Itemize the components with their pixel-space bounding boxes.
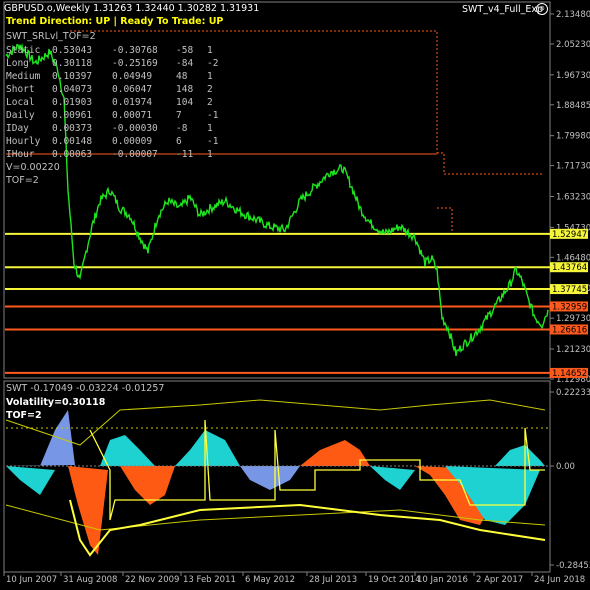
- time-axis: 10 Jun 2007 31 Aug 2008 22 Nov 2009 13 Feb …: [3, 572, 585, 585]
- stats-cell-v4: -1: [207, 136, 219, 147]
- time-tick-label: 13 Feb 2011: [183, 575, 236, 585]
- time-tick-label: 28 Jul 2013: [309, 575, 357, 585]
- stats-cell-v4: 1: [207, 45, 213, 56]
- price-tick-label: 1.79980: [556, 132, 590, 142]
- v-line: V=0.00220: [6, 162, 60, 173]
- stats-cell-v2: -0.25169: [112, 58, 158, 69]
- stats-cell-label: Local: [6, 97, 35, 108]
- stats-title: SWT_SRLvl_TOF=2: [6, 31, 96, 42]
- stats-cell-v3: 48: [176, 71, 188, 82]
- time-tick-label: 24 Jun 2018: [534, 575, 585, 585]
- osc-tick-label: 0.22233: [556, 388, 590, 398]
- sub-tof-label: TOF=2: [6, 410, 42, 421]
- stats-row: Daily 0.00961 0.00071 7 -1: [6, 109, 227, 122]
- trend-label: Trend Direction: UP | Ready To Trade: UP: [6, 16, 224, 27]
- stats-cell-v4: 1: [207, 71, 213, 82]
- oscillator: [5, 399, 548, 557]
- sr-level-label: 1.37745: [552, 285, 587, 295]
- stats-cell-label: Daily: [6, 110, 35, 121]
- stats-cell-v2: 0.01974: [112, 97, 153, 108]
- stats-cell-v2: -0.00030: [112, 123, 158, 134]
- stats-row: Hourly 0.00148 0.00009 6 -1: [6, 135, 227, 148]
- time-tick-label: 2 Apr 2017: [476, 575, 523, 585]
- stats-cell-v3: 104: [176, 97, 194, 108]
- stats-cell-label: IHour: [6, 149, 35, 160]
- stats-cell-v4: 1: [207, 123, 213, 134]
- stats-cell-v2: -0.00007: [112, 149, 158, 160]
- stats-row: Long 0.30118 -0.25169 -84 -2: [6, 57, 227, 70]
- osc-tick-label: 0.00: [556, 462, 575, 472]
- price-tick-label: 1.63230: [556, 193, 590, 203]
- stats-cell-v1: 0.01903: [52, 97, 93, 108]
- time-tick-label: 19 Oct 2014: [368, 575, 421, 585]
- stats-row: Short 0.04073 0.06047 148 2: [6, 83, 227, 96]
- price-tick-label: 1.71730: [556, 162, 590, 172]
- price-tick-label: 1.21230: [556, 345, 590, 355]
- stats-cell-v1: 0.00148: [52, 136, 93, 147]
- stats-cell-v4: -2: [207, 58, 219, 69]
- price-tick-label: 2.05230: [556, 40, 590, 50]
- stats-cell-v2: 0.00071: [112, 110, 153, 121]
- stats-cell-label: Hourly: [6, 136, 41, 147]
- price-tick-label: 2.13480: [556, 10, 590, 20]
- sr-level-label: 1.52947: [552, 230, 587, 240]
- price-tick-label: 1.29730: [556, 314, 590, 324]
- stats-cell-label: Medium: [6, 71, 41, 82]
- smiley-icon[interactable]: ☺: [536, 3, 548, 15]
- stats-cell-v2: 0.04949: [112, 71, 153, 82]
- symbol-info: GBPUSD.o,Weekly 1.31263 1.32440 1.30282 …: [4, 3, 260, 14]
- indicator-name: SWT_v4_Full_Exp: [462, 4, 544, 15]
- stats-row: Static 0.53043 -0.30768 -58 1: [6, 44, 227, 57]
- stats-cell-v3: 7: [176, 110, 182, 121]
- stats-cell-v3: -11: [176, 149, 194, 160]
- stats-cell-v3: -8: [176, 123, 188, 134]
- sr-level-label: 1.43764: [552, 263, 587, 273]
- stats-table: Static 0.53043 -0.30768 -58 1 Long 0.30118 -0.2…: [6, 44, 227, 161]
- stats-cell-label: Short: [6, 84, 35, 95]
- stats-cell-label: Long: [6, 58, 29, 69]
- stats-cell-v3: -84: [176, 58, 194, 69]
- stats-cell-v1: 0.00373: [52, 123, 93, 134]
- stats-cell-v4: 2: [207, 84, 213, 95]
- sr-level-label: 1.14652: [552, 369, 587, 379]
- stats-cell-v1: 0.00063: [52, 149, 93, 160]
- oscillator-axis: 0.22233 0.00 -0.28453: [550, 388, 590, 571]
- price-tick-label: 1.96730: [556, 71, 590, 81]
- stats-row: IHour 0.00063 -0.00007 -11 1: [6, 148, 227, 161]
- sr-levels: [5, 232, 550, 374]
- stats-cell-label: Static: [6, 45, 41, 56]
- sr-level-label: 1.26616: [552, 325, 587, 335]
- sub-window-title: SWT -0.17049 -0.03224 -0.01257: [6, 383, 165, 394]
- stats-row: IDay 0.00373 -0.00030 -8 1: [6, 122, 227, 135]
- level-labels: 1.52947 1.43764 1.37745 1.32959 1.26616 1.146…: [550, 228, 588, 379]
- stats-cell-v1: 0.30118: [52, 58, 93, 69]
- osc-tick-label: -0.28453: [556, 561, 590, 571]
- time-tick-label: 31 Aug 2008: [63, 575, 117, 585]
- stats-cell-v3: 6: [176, 136, 182, 147]
- stats-cell-v1: 0.53043: [52, 45, 93, 56]
- tof-line: TOF=2: [6, 175, 39, 186]
- time-tick-label: 6 May 2012: [245, 575, 295, 585]
- price-tick-label: 1.88485: [556, 101, 590, 111]
- stats-cell-v4: -1: [207, 110, 219, 121]
- stats-cell-v1: 0.04073: [52, 84, 93, 95]
- stats-cell-v2: -0.30768: [112, 45, 158, 56]
- price-tick-label: 1.46480: [556, 253, 590, 263]
- stats-cell-v4: 1: [207, 149, 213, 160]
- time-tick-label: 10 Jan 2016: [417, 575, 468, 585]
- stats-cell-v4: 2: [207, 97, 213, 108]
- stats-cell-v3: 148: [176, 84, 194, 95]
- time-tick-label: 22 Nov 2009: [125, 575, 179, 585]
- stats-cell-v1: 0.10397: [52, 71, 93, 82]
- stats-cell-v2: 0.00009: [112, 136, 153, 147]
- stats-cell-label: IDay: [6, 123, 29, 134]
- stats-row: Local 0.01903 0.01974 104 2: [6, 96, 227, 109]
- stats-cell-v1: 0.00961: [52, 110, 93, 121]
- stats-row: Medium 0.10397 0.04949 48 1: [6, 70, 227, 83]
- time-tick-label: 10 Jun 2007: [6, 575, 57, 585]
- stats-cell-v2: 0.06047: [112, 84, 153, 95]
- volatility-label: Volatility=0.30118: [6, 397, 106, 408]
- sr-level-label: 1.32959: [552, 302, 587, 312]
- stats-cell-v3: -58: [176, 45, 194, 56]
